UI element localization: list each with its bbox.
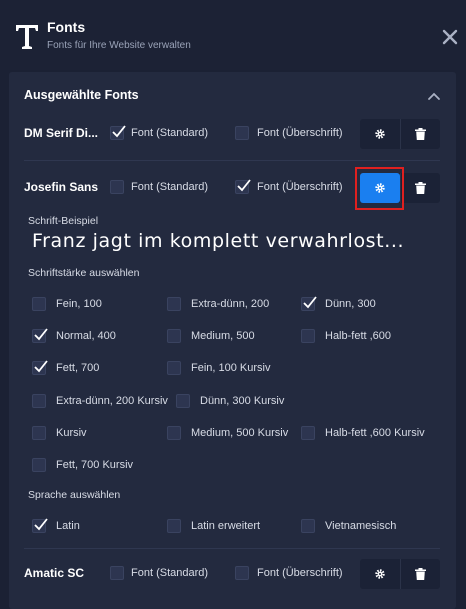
close-icon[interactable] — [440, 27, 460, 47]
check-icon — [34, 360, 48, 373]
check-icon — [34, 328, 48, 341]
language-checkbox[interactable] — [167, 519, 181, 533]
highlight-box — [355, 167, 404, 210]
divider — [24, 160, 440, 161]
font-row: Amatic SC Font (Standard) Font (Überschr… — [24, 558, 440, 590]
heading-font-checkbox[interactable] — [235, 566, 249, 580]
weight-checkbox[interactable] — [32, 426, 46, 440]
weight-checkbox[interactable] — [301, 426, 315, 440]
font-actions — [360, 119, 440, 149]
weight-checkbox[interactable] — [167, 297, 181, 311]
weight-checkbox[interactable] — [167, 361, 181, 375]
serif-T-icon — [16, 25, 38, 49]
weight-label: Extra-dünn, 200 Kursiv — [56, 395, 168, 407]
chevron-up-icon[interactable] — [426, 89, 442, 103]
weight-label: Halb-fett ,600 — [325, 330, 392, 342]
app-title: Fonts — [47, 19, 86, 35]
font-row: DM Serif Di... Font (Standard) Font (Übe… — [24, 118, 440, 150]
check-icon — [303, 296, 317, 309]
font-name: DM Serif Di... — [24, 126, 99, 140]
standard-font-checkbox[interactable] — [110, 125, 126, 140]
language-option-label: Latin — [56, 520, 80, 532]
delete-button[interactable] — [400, 119, 440, 149]
standard-font-checkbox[interactable] — [110, 180, 124, 194]
weight-label: Medium, 500 Kursiv — [191, 427, 289, 439]
weight-checkbox[interactable] — [301, 329, 315, 343]
weight-label: Dünn, 300 — [325, 298, 376, 310]
divider — [24, 548, 440, 549]
weights-label: Schriftstärke auswählen — [28, 267, 140, 279]
font-name: Amatic SC — [24, 566, 85, 580]
font-name: Josefin Sans — [24, 180, 99, 194]
check-icon — [112, 125, 126, 138]
language-checkbox[interactable] — [301, 519, 315, 533]
heading-font-label: Font (Überschrift) — [257, 181, 343, 193]
gear-icon — [375, 129, 385, 139]
delete-button[interactable] — [400, 173, 440, 203]
settings-button[interactable] — [360, 119, 400, 149]
sample-label: Schrift-Beispiel — [28, 215, 99, 227]
weight-label: Fett, 700 — [56, 362, 100, 374]
sample-text: Franz jagt im komplett verwahrlost... — [32, 230, 405, 252]
weight-checkbox[interactable] — [176, 394, 190, 408]
check-icon — [34, 518, 48, 531]
standard-font-label: Font (Standard) — [131, 181, 209, 193]
language-checkbox[interactable] — [32, 518, 48, 533]
app-subtitle: Fonts für Ihre Website verwalten — [47, 40, 191, 51]
language-label: Sprache auswählen — [28, 489, 121, 501]
heading-font-label: Font (Überschrift) — [257, 567, 343, 579]
check-icon — [237, 179, 251, 192]
standard-font-label: Font (Standard) — [131, 127, 209, 139]
weight-label: Normal, 400 — [56, 330, 116, 342]
weight-checkbox[interactable] — [167, 426, 181, 440]
gear-icon — [375, 569, 385, 579]
weight-checkbox[interactable] — [32, 360, 48, 375]
weight-label: Halb-fett ,600 Kursiv — [325, 427, 425, 439]
modal-header: Fonts Fonts für Ihre Website verwalten — [0, 0, 466, 70]
weight-checkbox[interactable] — [32, 328, 48, 343]
weight-checkbox[interactable] — [301, 296, 317, 311]
weight-checkbox[interactable] — [167, 329, 181, 343]
heading-font-checkbox[interactable] — [235, 179, 251, 194]
weight-label: Medium, 500 — [191, 330, 255, 342]
weight-label: Kursiv — [56, 427, 87, 439]
weight-label: Fett, 700 Kursiv — [56, 459, 134, 471]
language-option-label: Vietnamesisch — [325, 520, 397, 532]
font-actions — [360, 559, 440, 589]
heading-font-checkbox[interactable] — [235, 126, 249, 140]
weight-checkbox[interactable] — [32, 458, 46, 472]
weight-checkbox[interactable] — [32, 297, 46, 311]
section-title: Ausgewählte Fonts — [24, 88, 139, 102]
weight-label: Fein, 100 Kursiv — [191, 362, 271, 374]
language-option-label: Latin erweitert — [191, 520, 261, 532]
standard-font-checkbox[interactable] — [110, 566, 124, 580]
standard-font-label: Font (Standard) — [131, 567, 209, 579]
trash-icon — [415, 568, 426, 580]
trash-icon — [415, 128, 426, 140]
weight-label: Dünn, 300 Kursiv — [200, 395, 285, 407]
delete-button[interactable] — [400, 559, 440, 589]
settings-button[interactable] — [360, 559, 400, 589]
weight-label: Fein, 100 — [56, 298, 102, 310]
trash-icon — [415, 182, 426, 194]
weight-checkbox[interactable] — [32, 394, 46, 408]
weight-label: Extra-dünn, 200 — [191, 298, 270, 310]
heading-font-label: Font (Überschrift) — [257, 127, 343, 139]
